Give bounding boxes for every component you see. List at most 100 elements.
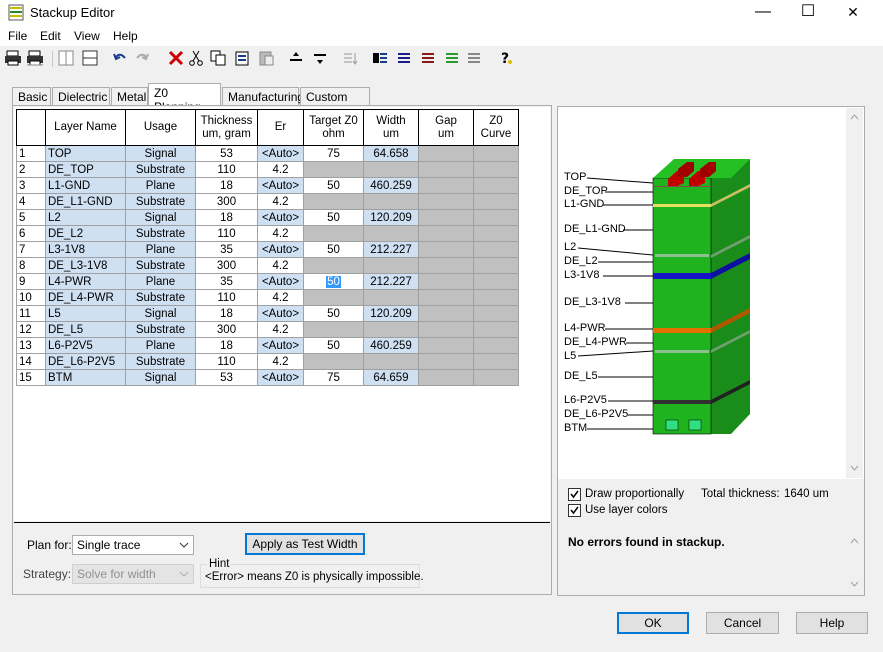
z0-curve-cell[interactable]	[473, 257, 519, 274]
delete-icon[interactable]	[168, 50, 188, 70]
thickness-cell[interactable]: 18	[195, 337, 258, 354]
z0-curve-cell[interactable]	[473, 289, 519, 306]
z0-curve-cell[interactable]	[473, 209, 519, 226]
usage-cell[interactable]: Substrate	[125, 257, 196, 274]
apply-test-width-button[interactable]: Apply as Test Width	[245, 533, 365, 555]
insert-above-icon[interactable]	[288, 50, 308, 70]
copy-icon[interactable]	[210, 50, 230, 70]
z0-curve-cell[interactable]	[473, 369, 519, 386]
layer-name-cell[interactable]: L1-GND	[45, 177, 126, 194]
tab-custom-view[interactable]: Custom View	[300, 87, 370, 118]
layer-name-cell[interactable]: BTM	[45, 369, 126, 386]
er-cell[interactable]: 4.2	[257, 321, 304, 338]
thickness-cell[interactable]: 300	[195, 193, 258, 210]
layer-name-cell[interactable]: L5	[45, 305, 126, 322]
target-z0-cell[interactable]	[303, 193, 364, 210]
usage-cell[interactable]: Substrate	[125, 193, 196, 210]
er-cell[interactable]: 4.2	[257, 289, 304, 306]
thickness-cell[interactable]: 35	[195, 241, 258, 258]
z0-curve-cell[interactable]	[473, 321, 519, 338]
draw-proportionally-checkbox[interactable]	[568, 488, 581, 501]
table-row[interactable]: 11 L5 Signal 18 <Auto> 50 120.209	[16, 305, 519, 322]
thickness-cell[interactable]: 110	[195, 225, 258, 242]
target-z0-cell[interactable]	[303, 353, 364, 370]
strategy-combo[interactable]: Solve for width	[72, 564, 194, 584]
target-z0-cell[interactable]: 50	[303, 305, 364, 322]
maximize-button[interactable]: ☐	[785, 0, 831, 26]
split-horizontal-icon[interactable]	[82, 50, 102, 70]
target-z0-cell[interactable]: 50	[303, 209, 364, 226]
gap-cell[interactable]	[418, 177, 474, 194]
usage-cell[interactable]: Substrate	[125, 161, 196, 178]
width-cell[interactable]: 212.227	[363, 241, 419, 258]
width-cell[interactable]: 64.658	[363, 145, 419, 162]
target-z0-cell[interactable]: 50	[303, 337, 364, 354]
usage-cell[interactable]: Substrate	[125, 321, 196, 338]
table-row[interactable]: 14 DE_L6-P2V5 Substrate 110 4.2	[16, 353, 519, 370]
target-z0-cell[interactable]	[303, 289, 364, 306]
target-z0-cell[interactable]: 75	[303, 145, 364, 162]
width-cell[interactable]: 120.209	[363, 209, 419, 226]
usage-cell[interactable]: Substrate	[125, 353, 196, 370]
split-vertical-icon[interactable]	[58, 50, 78, 70]
target-z0-cell[interactable]: 50	[303, 177, 364, 194]
table-row[interactable]: 2 DE_TOP Substrate 110 4.2	[16, 161, 519, 178]
usage-cell[interactable]: Signal	[125, 209, 196, 226]
gap-cell[interactable]	[418, 369, 474, 386]
usage-cell[interactable]: Signal	[125, 305, 196, 322]
thickness-cell[interactable]: 53	[195, 369, 258, 386]
redo-icon[interactable]	[134, 50, 154, 70]
width-cell[interactable]	[363, 257, 419, 274]
width-cell[interactable]	[363, 225, 419, 242]
gap-cell[interactable]	[418, 353, 474, 370]
table-row[interactable]: 8 DE_L3-1V8 Substrate 300 4.2	[16, 257, 519, 274]
er-cell[interactable]: <Auto>	[257, 305, 304, 322]
paste-icon[interactable]	[258, 50, 278, 70]
usage-cell[interactable]: Plane	[125, 241, 196, 258]
width-cell[interactable]: 212.227	[363, 273, 419, 290]
sort-icon[interactable]	[342, 50, 362, 70]
gap-cell[interactable]	[418, 225, 474, 242]
thickness-cell[interactable]: 18	[195, 177, 258, 194]
layer-name-cell[interactable]: DE_L2	[45, 225, 126, 242]
table-row[interactable]: 5 L2 Signal 18 <Auto> 50 120.209	[16, 209, 519, 226]
target-z0-cell[interactable]	[303, 321, 364, 338]
er-cell[interactable]: 4.2	[257, 161, 304, 178]
target-z0-cell[interactable]	[303, 257, 364, 274]
gap-cell[interactable]	[418, 257, 474, 274]
layer-name-cell[interactable]: L4-PWR	[45, 273, 126, 290]
z0-curve-cell[interactable]	[473, 241, 519, 258]
width-cell[interactable]	[363, 289, 419, 306]
lines-red-icon[interactable]	[420, 50, 440, 70]
z0-curve-cell[interactable]	[473, 161, 519, 178]
er-cell[interactable]: <Auto>	[257, 209, 304, 226]
target-z0-cell[interactable]: 50	[303, 241, 364, 258]
layer-name-cell[interactable]: DE_TOP	[45, 161, 126, 178]
tab-z0-planning[interactable]: Z0 Planning	[148, 83, 221, 114]
layer-name-cell[interactable]: DE_L6-P2V5	[45, 353, 126, 370]
width-cell[interactable]: 64.659	[363, 369, 419, 386]
tab-dielectric[interactable]: Dielectric	[52, 87, 110, 105]
z0-curve-cell[interactable]	[473, 177, 519, 194]
tab-basic[interactable]: Basic	[12, 87, 51, 105]
z0-curve-cell[interactable]	[473, 193, 519, 210]
width-cell[interactable]	[363, 193, 419, 210]
use-layer-colors-checkbox[interactable]	[568, 504, 581, 517]
er-cell[interactable]: <Auto>	[257, 145, 304, 162]
layer-name-cell[interactable]: DE_L1-GND	[45, 193, 126, 210]
thickness-cell[interactable]: 110	[195, 161, 258, 178]
z0-curve-cell[interactable]	[473, 305, 519, 322]
gap-cell[interactable]	[418, 321, 474, 338]
width-cell[interactable]	[363, 161, 419, 178]
gap-cell[interactable]	[418, 337, 474, 354]
gap-cell[interactable]	[418, 241, 474, 258]
thickness-cell[interactable]: 110	[195, 289, 258, 306]
width-cell[interactable]	[363, 353, 419, 370]
target-z0-cell[interactable]	[303, 225, 364, 242]
z0-curve-cell[interactable]	[473, 337, 519, 354]
gap-cell[interactable]	[418, 273, 474, 290]
target-z0-cell[interactable]: 75	[303, 369, 364, 386]
z0-curve-cell[interactable]	[473, 145, 519, 162]
gap-cell[interactable]	[418, 161, 474, 178]
menu-edit[interactable]: Edit	[40, 29, 61, 43]
